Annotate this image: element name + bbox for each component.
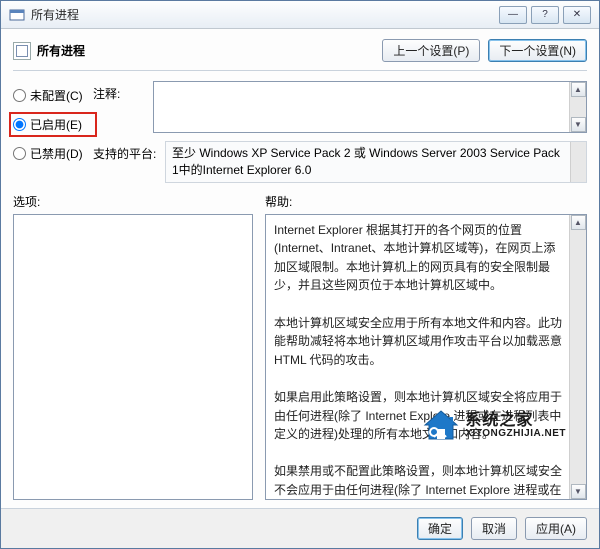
radio-enabled-input[interactable] xyxy=(13,118,26,131)
apply-button[interactable]: 应用(A) xyxy=(525,517,587,540)
header-title: 所有进程 xyxy=(37,42,382,59)
ok-button[interactable]: 确定 xyxy=(417,517,463,540)
radio-disabled-input[interactable] xyxy=(13,147,26,160)
app-icon xyxy=(9,7,25,23)
comment-textbox[interactable]: ▲ ▼ xyxy=(153,81,587,133)
right-fields: 注释: ▲ ▼ 支持的平台: 至少 Windows XP Service Pac… xyxy=(93,81,587,183)
nav-buttons: 上一个设置(P) 下一个设置(N) xyxy=(382,39,587,62)
cancel-button[interactable]: 取消 xyxy=(471,517,517,540)
radio-enabled[interactable]: 已启用(E) xyxy=(11,114,95,135)
comment-scrollbar[interactable]: ▲ ▼ xyxy=(569,82,586,132)
columns: 选项: 帮助: Internet Explorer 根据其打开的各个网页的位置(… xyxy=(13,193,587,500)
dialog-body: 所有进程 上一个设置(P) 下一个设置(N) 未配置(C) 已启用(E) 已禁 xyxy=(1,29,599,508)
help-scroll-down-icon[interactable]: ▼ xyxy=(571,484,586,499)
help-box[interactable]: Internet Explorer 根据其打开的各个网页的位置(Internet… xyxy=(265,214,587,500)
dialog-window: 所有进程 — ? ✕ 所有进程 上一个设置(P) 下一个设置(N) 未配置(C) xyxy=(0,0,600,549)
scroll-up-icon[interactable]: ▲ xyxy=(571,82,586,97)
radio-group: 未配置(C) 已启用(E) 已禁用(D) xyxy=(13,81,93,183)
scroll-down-icon[interactable]: ▼ xyxy=(571,117,586,132)
options-column: 选项: xyxy=(13,193,253,500)
help-column: 帮助: Internet Explorer 根据其打开的各个网页的位置(Inte… xyxy=(265,193,587,500)
options-label: 选项: xyxy=(13,193,253,210)
help-label: 帮助: xyxy=(265,193,587,210)
platform-label: 支持的平台: xyxy=(93,141,165,162)
radio-not-configured-label: 未配置(C) xyxy=(30,87,83,104)
options-box[interactable] xyxy=(13,214,253,500)
comment-field: 注释: ▲ ▼ xyxy=(93,81,587,133)
minimize-button[interactable]: — xyxy=(499,6,527,24)
platform-field: 支持的平台: 至少 Windows XP Service Pack 2 或 Wi… xyxy=(93,141,587,183)
footer: 确定 取消 应用(A) xyxy=(1,508,599,548)
config-row: 未配置(C) 已启用(E) 已禁用(D) 注释: ▲ xyxy=(13,81,587,183)
platform-scrollbar xyxy=(570,142,586,182)
header-row: 所有进程 上一个设置(P) 下一个设置(N) xyxy=(13,39,587,62)
platform-value: 至少 Windows XP Service Pack 2 或 Windows S… xyxy=(172,146,560,177)
radio-enabled-label: 已启用(E) xyxy=(30,116,82,133)
help-scrollbar[interactable]: ▲ ▼ xyxy=(569,215,586,499)
window-title: 所有进程 xyxy=(31,6,495,23)
comment-label: 注释: xyxy=(93,81,153,133)
prev-setting-button[interactable]: 上一个设置(P) xyxy=(382,39,480,62)
policy-icon xyxy=(13,42,31,60)
titlebar: 所有进程 — ? ✕ xyxy=(1,1,599,29)
radio-not-configured[interactable]: 未配置(C) xyxy=(13,87,93,104)
help-scroll-up-icon[interactable]: ▲ xyxy=(571,215,586,230)
help-text: Internet Explorer 根据其打开的各个网页的位置(Internet… xyxy=(266,215,586,500)
next-setting-button[interactable]: 下一个设置(N) xyxy=(488,39,587,62)
radio-not-configured-input[interactable] xyxy=(13,89,26,102)
radio-disabled[interactable]: 已禁用(D) xyxy=(13,145,93,162)
radio-disabled-label: 已禁用(D) xyxy=(30,145,83,162)
platform-value-box: 至少 Windows XP Service Pack 2 或 Windows S… xyxy=(165,141,587,183)
help-button[interactable]: ? xyxy=(531,6,559,24)
close-button[interactable]: ✕ xyxy=(563,6,591,24)
divider xyxy=(13,70,587,71)
